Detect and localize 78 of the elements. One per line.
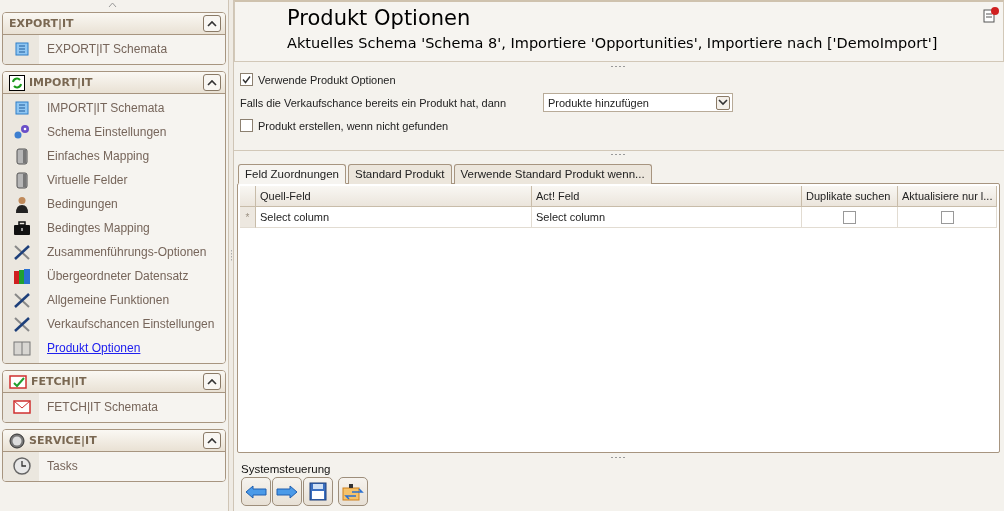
column-header[interactable]: Act! Feld [532,186,802,207]
scroll-up-icon[interactable] [108,2,117,8]
collapse-button[interactable] [203,373,221,390]
tools-icon [13,291,31,309]
table-cell[interactable]: Select column [256,207,532,228]
list-icon [15,101,29,115]
sidebar-item[interactable]: Virtuelle Felder [3,168,225,192]
sidebar-item[interactable]: Schema Einstellungen [3,120,225,144]
export-button[interactable] [338,477,368,506]
row-header [240,186,256,207]
schema-subtitle: Aktuelles Schema 'Schema 8', Importiere 'Opportunities', Importiere nach ['DemoImport'] [287,35,939,51]
tab[interactable]: Feld Zuordnungen [238,164,346,184]
sidebar-item[interactable]: EXPORT|IT Schemata [3,37,225,61]
group-title: FETCH|IT [31,375,88,388]
tools-icon [13,315,31,333]
column-header[interactable]: Quell-Feld [256,186,532,207]
help-icon[interactable] [983,6,999,24]
collapse-button[interactable] [203,432,221,449]
collapse-button[interactable] [203,74,221,91]
tab[interactable]: Verwende Standard Produkt wenn... [453,164,652,184]
toolbar-title: Systemsteuerung [241,463,332,475]
chevron-down-icon [718,99,728,106]
arrow-left-icon [245,484,267,499]
sidebar-item[interactable]: Allgemeine Funktionen [3,288,225,312]
briefcase-icon [13,220,31,236]
sidebar-item[interactable]: Einfaches Mapping [3,144,225,168]
sync-icon [9,74,25,91]
dropdown[interactable]: Produkte hinzufügen [543,93,733,112]
collapse-button[interactable] [203,15,221,32]
sidebar-item[interactable]: Zusammenführungs-Optionen [3,240,225,264]
group-title: EXPORT|IT [9,17,75,30]
column-header[interactable]: Aktualisiere nur l... [898,186,997,207]
cabinet-icon [16,147,28,165]
group-title: SERVICE|IT [29,434,98,447]
box-icon [13,340,31,356]
save-button[interactable] [303,477,333,506]
chevron-up-icon [207,20,217,27]
cabinet-icon [16,171,28,189]
clock-icon [13,457,31,475]
tab[interactable]: Standard Produkt [348,164,452,184]
splitter-grip-icon[interactable] [229,248,233,263]
splitter-grip-icon[interactable] [611,153,627,156]
chevron-up-icon [207,79,217,86]
arrow-right-icon [276,484,298,499]
page-title: Produkt Optionen [287,6,472,30]
checkbox[interactable] [240,119,253,132]
envelope-check-icon [9,374,27,389]
tools-icon [13,243,31,261]
chevron-up-icon [207,437,217,444]
envelope-icon [13,400,31,414]
sidebar-item[interactable]: Bedingungen [3,192,225,216]
sidebar-item[interactable]: Produkt Optionen [3,336,225,360]
chevron-up-icon [207,378,217,385]
books-icon [13,267,31,285]
column-header[interactable]: Duplikate suchen [802,186,898,207]
splitter-grip-icon[interactable] [611,64,627,68]
back-button[interactable] [241,477,271,506]
check-icon [242,75,251,84]
checkbox[interactable] [240,73,253,86]
field-label: Falls die Verkaufschance bereits ein Produkt hat, dann [240,96,506,109]
person-icon [15,195,29,213]
group-title: IMPORT|IT [29,76,94,89]
list-icon [15,42,29,56]
checkbox-label: Verwende Produkt Optionen [258,73,396,86]
checkbox-label: Produkt erstellen, wenn nicht gefunden [258,119,449,132]
checkbox[interactable] [843,210,856,224]
row-marker: * [240,207,256,228]
transfer-icon [342,482,364,501]
table-cell[interactable]: Select column [532,207,802,228]
checkbox[interactable] [940,210,954,224]
sidebar-item[interactable]: IMPORT|IT Schemata [3,96,225,120]
forward-button[interactable] [272,477,302,506]
sidebar-item[interactable]: FETCH|IT Schemata [3,395,225,419]
splitter-grip-icon[interactable] [611,455,627,459]
sidebar-item[interactable]: Verkaufschancen Einstellungen [3,312,225,336]
sidebar-item[interactable]: Übergeordneter Datensatz [3,264,225,288]
sidebar-item[interactable]: Bedingtes Mapping [3,216,225,240]
sidebar-item[interactable]: Tasks [3,454,225,478]
